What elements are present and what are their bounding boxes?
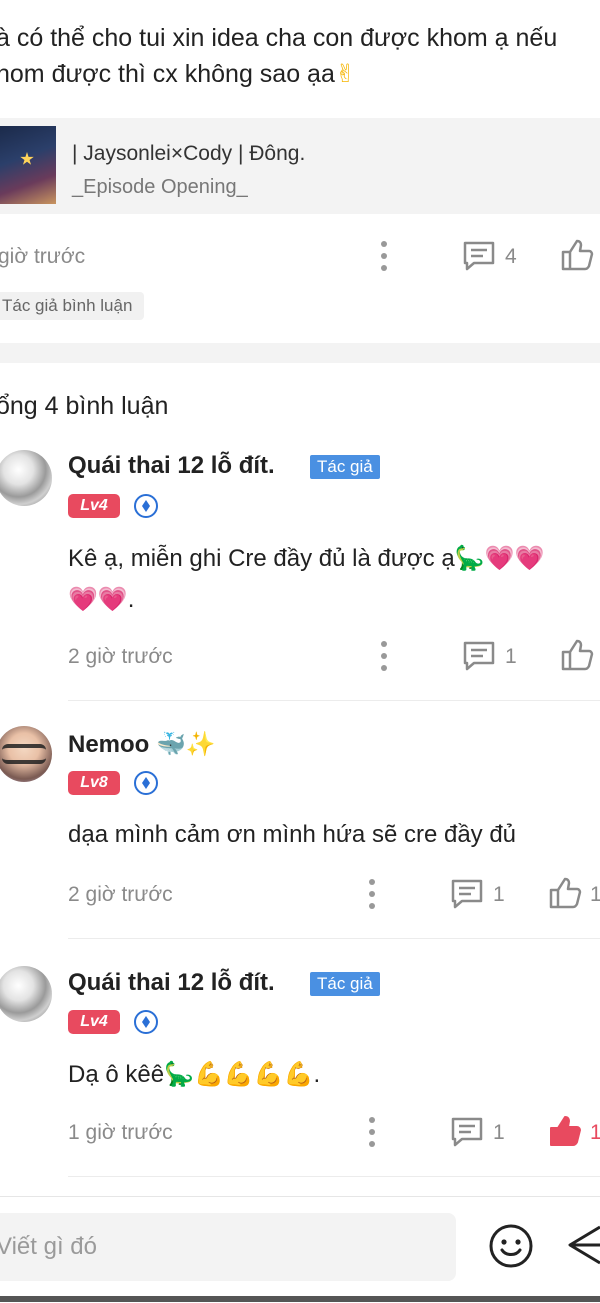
reply-count: 1	[505, 645, 517, 668]
kebab-icon[interactable]	[369, 879, 375, 909]
like-count: 1	[590, 883, 600, 906]
section-divider	[0, 343, 600, 363]
book-cover-image	[0, 126, 56, 204]
author-comment-tag: Tác giả bình luận	[0, 292, 145, 320]
post-text-line: à có thể cho tui xin idea cha con được k…	[0, 24, 558, 52]
comment-divider	[68, 700, 600, 701]
level-badge: Lv8	[68, 771, 120, 795]
comments-total: ổng 4 bình luận	[0, 392, 169, 420]
like-count: 1	[590, 1121, 600, 1144]
author-tag: Tác giả	[310, 972, 380, 996]
post-time: giờ trước	[0, 245, 86, 268]
comment-text: Kê ạ, miễn ghi Cre đầy đủ là được ạ🦕💗💗 💗…	[68, 538, 600, 620]
reply-count: 4	[505, 245, 517, 268]
comment-divider	[68, 938, 600, 939]
post-text: à có thể cho tui xin idea cha con được k…	[0, 20, 600, 92]
comment-input[interactable]	[0, 1213, 436, 1281]
sparkles-emoji: ✨	[185, 730, 216, 758]
reply-icon[interactable]	[462, 640, 496, 672]
reply-count: 1	[493, 1121, 505, 1144]
comment-text-line: Kê ạ, miễn ghi Cre đầy đủ là được ạ	[68, 545, 455, 572]
whale-emoji: 🐳	[156, 730, 186, 758]
reply-icon[interactable]	[450, 878, 484, 910]
thumbs-up-icon[interactable]	[560, 638, 594, 672]
comment-input-box[interactable]	[0, 1213, 456, 1281]
kebab-icon[interactable]	[381, 641, 387, 671]
flexed-biceps-emoji: 💪💪💪💪	[193, 1060, 314, 1088]
avatar[interactable]	[0, 450, 52, 506]
rank-icon	[134, 494, 158, 518]
comment-text-suffix: .	[313, 1061, 321, 1088]
comment-divider	[68, 1176, 600, 1177]
comment-composer	[0, 1196, 600, 1303]
comment-text: dạa mình cảm ơn mình hứa sẽ cre đầy đủ	[68, 821, 517, 848]
dinosaur-emoji: 🦕	[454, 544, 485, 572]
avatar[interactable]	[0, 726, 52, 782]
comment-text-line: Dạ ô kêê	[68, 1061, 165, 1088]
send-icon[interactable]	[568, 1223, 600, 1269]
peace-emoji: ✌	[334, 59, 356, 88]
comment-text: Dạ ô kêê🦕💪💪💪💪.	[68, 1054, 320, 1095]
rank-icon	[134, 771, 158, 795]
comment-username[interactable]: Quái thai 12 lỗ đít.	[68, 452, 275, 480]
level-badge: Lv4	[68, 494, 120, 518]
comment-time: 2 giờ trước	[68, 883, 173, 906]
author-tag: Tác giả	[310, 455, 380, 479]
book-title: | Jaysonlei×Cody | Đông.	[72, 142, 306, 165]
comment-text-line: .	[127, 586, 135, 613]
username-text: Nemoo	[68, 731, 150, 758]
kebab-icon[interactable]	[369, 1117, 375, 1147]
rank-icon	[134, 1010, 158, 1034]
comment-time: 2 giờ trước	[68, 645, 173, 668]
reply-icon[interactable]	[462, 240, 496, 272]
thumbs-up-icon[interactable]	[548, 876, 582, 910]
reply-icon[interactable]	[450, 1116, 484, 1148]
kebab-icon[interactable]	[381, 241, 387, 271]
thumbs-up-icon[interactable]	[560, 238, 594, 272]
heart-emoji: 💗💗	[484, 544, 545, 572]
emoji-icon[interactable]	[488, 1223, 534, 1269]
post-text-line: hom được thì cx không sao ạa	[0, 60, 335, 88]
avatar[interactable]	[0, 966, 52, 1022]
comment-username[interactable]: Nemoo 🐳✨	[68, 730, 216, 759]
comment-time: 1 giờ trước	[68, 1121, 173, 1144]
level-badge: Lv4	[68, 1010, 120, 1034]
dinosaur-emoji: 🦕	[164, 1060, 194, 1088]
reply-count: 1	[493, 883, 505, 906]
book-subtitle: _Episode Opening_	[72, 176, 248, 198]
home-indicator	[0, 1296, 600, 1302]
heart-emoji: 💗💗	[68, 585, 128, 613]
thumbs-up-icon-liked[interactable]	[548, 1114, 582, 1148]
comment-username[interactable]: Quái thai 12 lỗ đít.	[68, 969, 275, 997]
book-card[interactable]: | Jaysonlei×Cody | Đông. _Episode Openin…	[0, 118, 600, 214]
